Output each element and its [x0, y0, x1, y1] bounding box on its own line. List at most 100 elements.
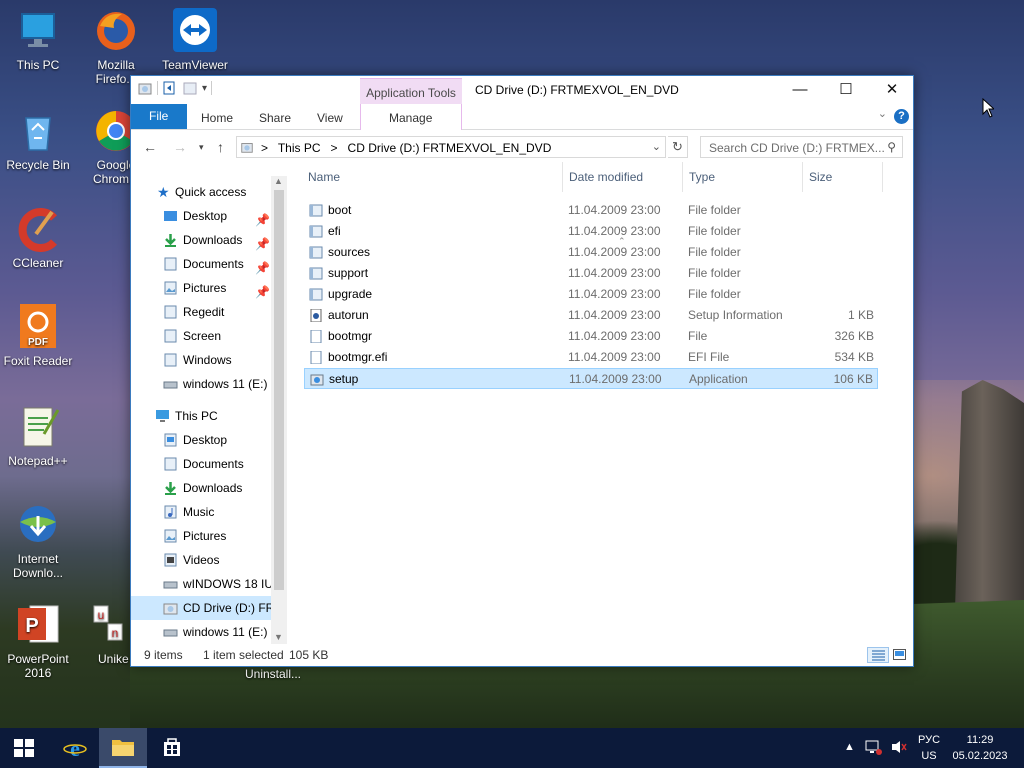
desktop-icon-notepadpp[interactable]: Notepad++: [0, 404, 76, 468]
taskbar-store-button[interactable]: [148, 728, 196, 768]
cd-drive-icon: [163, 603, 178, 615]
nav-pc-videos[interactable]: Videos: [131, 548, 271, 572]
nav-qa-windows[interactable]: Windows: [131, 348, 271, 372]
recent-locations-icon[interactable]: ▾: [199, 142, 204, 153]
drive-icon: [163, 581, 178, 589]
file-row[interactable]: boot 11.04.2009 23:00 File folder: [304, 200, 878, 221]
nav-qa-downloads[interactable]: Downloads 📌: [131, 228, 271, 252]
downloads-icon: [165, 234, 176, 247]
desktop-icon-teamviewer[interactable]: TeamViewer: [157, 8, 233, 72]
tab-home[interactable]: Home: [191, 107, 243, 129]
tab-manage[interactable]: Manage: [379, 107, 442, 129]
pdf-icon: PDF: [20, 304, 56, 348]
refresh-button[interactable]: ↻: [668, 136, 688, 158]
speaker-muted-icon: [892, 741, 907, 753]
cd-drive-icon: [241, 143, 253, 153]
file-row[interactable]: efi 11.04.2009 23:00 File folder: [304, 221, 878, 242]
clock[interactable]: 11:29 05.02.2023: [948, 732, 1012, 768]
explorer-window[interactable]: ▾ Application Tools CD Drive (D:) FRTMEX…: [130, 75, 914, 667]
nav-qa-windows11[interactable]: windows 11 (E:): [131, 372, 271, 396]
file-size: 326 KB: [834, 329, 874, 343]
large-icons-view-button[interactable]: [889, 647, 911, 663]
breadcrumb-this-pc[interactable]: This PC: [278, 141, 321, 155]
nav-pc-windows11[interactable]: windows 11 (E:): [131, 620, 271, 644]
forward-arrow-icon[interactable]: →: [173, 139, 187, 155]
nav-pc-windows18[interactable]: wINDOWS 18 IU: [131, 572, 273, 596]
notepadpp-icon: [23, 407, 60, 447]
address-bar[interactable]: > This PC > CD Drive (D:) FRTMEXVOL_EN_D…: [236, 136, 666, 158]
nav-scrollbar[interactable]: ▲ ▼: [271, 176, 287, 644]
nav-pc-cd-drive[interactable]: CD Drive (D:) FR: [131, 596, 274, 620]
desktop-icon-label: Unike: [98, 652, 129, 666]
minimize-button[interactable]: —: [777, 76, 823, 104]
nav-this-pc[interactable]: This PC: [131, 404, 271, 428]
desktop-icon-recycle-bin[interactable]: Recycle Bin: [0, 108, 76, 172]
up-arrow-icon[interactable]: ↑: [217, 139, 224, 155]
show-hidden-icons[interactable]: ▲: [844, 741, 855, 768]
tab-view[interactable]: View: [307, 107, 353, 129]
file-row[interactable]: autorun 11.04.2009 23:00 Setup Information…: [304, 305, 878, 326]
close-button[interactable]: ✕: [869, 76, 915, 104]
nav-pc-music[interactable]: Music: [131, 500, 271, 524]
nav-pc-pictures[interactable]: Pictures: [131, 524, 271, 548]
file-row[interactable]: setup 11.04.2009 23:00 Application 106 KB: [304, 368, 878, 389]
file-row[interactable]: support 11.04.2009 23:00 File folder: [304, 263, 878, 284]
start-button[interactable]: [0, 728, 48, 768]
file-name: bootmgr.efi: [328, 350, 388, 364]
desktop-icon-ccleaner[interactable]: CCleaner: [0, 206, 76, 270]
network-icon[interactable]: [864, 739, 882, 768]
file-row[interactable]: bootmgr 11.04.2009 23:00 File 326 KB: [304, 326, 878, 347]
back-arrow-icon[interactable]: ←: [143, 139, 157, 155]
column-name[interactable]: Name: [308, 162, 340, 192]
nav-qa-documents[interactable]: Documents 📌: [131, 252, 271, 276]
nav-qa-desktop[interactable]: Desktop 📌: [131, 204, 271, 228]
desktop-icon-uninstall[interactable]: Uninstall...: [232, 667, 314, 681]
tab-share[interactable]: Share: [249, 107, 301, 129]
scroll-down-icon[interactable]: ▼: [274, 632, 283, 642]
help-icon[interactable]: ?: [894, 109, 909, 124]
file-explorer-icon: [112, 740, 134, 756]
nav-pc-downloads[interactable]: Downloads: [131, 476, 271, 500]
file-row[interactable]: bootmgr.efi 11.04.2009 23:00 EFI File 534 K…: [304, 347, 878, 368]
file-row[interactable]: upgrade 11.04.2009 23:00 File folder: [304, 284, 878, 305]
collapse-ribbon-icon[interactable]: ⌄: [878, 107, 887, 120]
file-row[interactable]: sources 11.04.2009 23:00 File folder: [304, 242, 878, 263]
scroll-up-icon[interactable]: ▲: [274, 176, 283, 186]
svg-text:PDF: PDF: [28, 337, 48, 348]
column-size[interactable]: Size: [809, 162, 832, 192]
desktop-icon-this-pc[interactable]: This PC: [0, 8, 76, 72]
search-input[interactable]: Search CD Drive (D:) FRTMEX... ⚲: [700, 136, 903, 158]
scroll-thumb[interactable]: [274, 190, 284, 590]
taskbar-ie-button[interactable]: e: [51, 728, 99, 768]
file-type: File folder: [688, 266, 741, 280]
properties-icon[interactable]: [162, 80, 178, 96]
nav-pc-desktop[interactable]: Desktop: [131, 428, 271, 452]
large-icons-view-icon: [893, 649, 906, 660]
desktop-icon-powerpoint[interactable]: P PowerPoint 2016: [0, 602, 76, 680]
address-dropdown-icon[interactable]: ⌄: [652, 140, 661, 153]
nav-qa-screen[interactable]: Screen: [131, 324, 271, 348]
volume-icon[interactable]: [890, 739, 908, 768]
nav-quick-access[interactable]: ★ Quick access: [131, 180, 271, 204]
taskbar-explorer-button[interactable]: [99, 728, 147, 768]
details-view-button[interactable]: [867, 647, 889, 663]
unikey-icon: un: [93, 605, 123, 641]
desktop-icon-unikey[interactable]: un Unike: [84, 604, 130, 666]
desktop-icon-idm[interactable]: Internet Downlo...: [0, 502, 76, 580]
nav-qa-pictures[interactable]: Pictures 📌: [131, 276, 271, 300]
desktop-icon-label: PowerPoint 2016: [7, 652, 69, 680]
new-folder-icon[interactable]: [182, 80, 198, 96]
tab-file[interactable]: File: [131, 104, 187, 129]
monitor-icon: [21, 13, 55, 47]
column-date-modified[interactable]: Date modified: [569, 162, 643, 192]
cd-drive-icon: [138, 83, 152, 95]
nav-pc-documents[interactable]: Documents: [131, 452, 271, 476]
breadcrumb-cd-drive[interactable]: CD Drive (D:) FRTMEXVOL_EN_DVD: [348, 141, 552, 155]
maximize-button[interactable]: ☐: [823, 76, 869, 104]
nav-qa-regedit[interactable]: Regedit: [131, 300, 271, 324]
language-indicator[interactable]: РУС US: [914, 732, 944, 768]
title-bar[interactable]: ▾ Application Tools CD Drive (D:) FRTMEX…: [131, 76, 913, 104]
desktop-icon-foxit[interactable]: PDF Foxit Reader: [0, 304, 76, 368]
column-type[interactable]: Type: [689, 162, 715, 192]
customize-qat-icon[interactable]: ▾: [202, 83, 207, 94]
